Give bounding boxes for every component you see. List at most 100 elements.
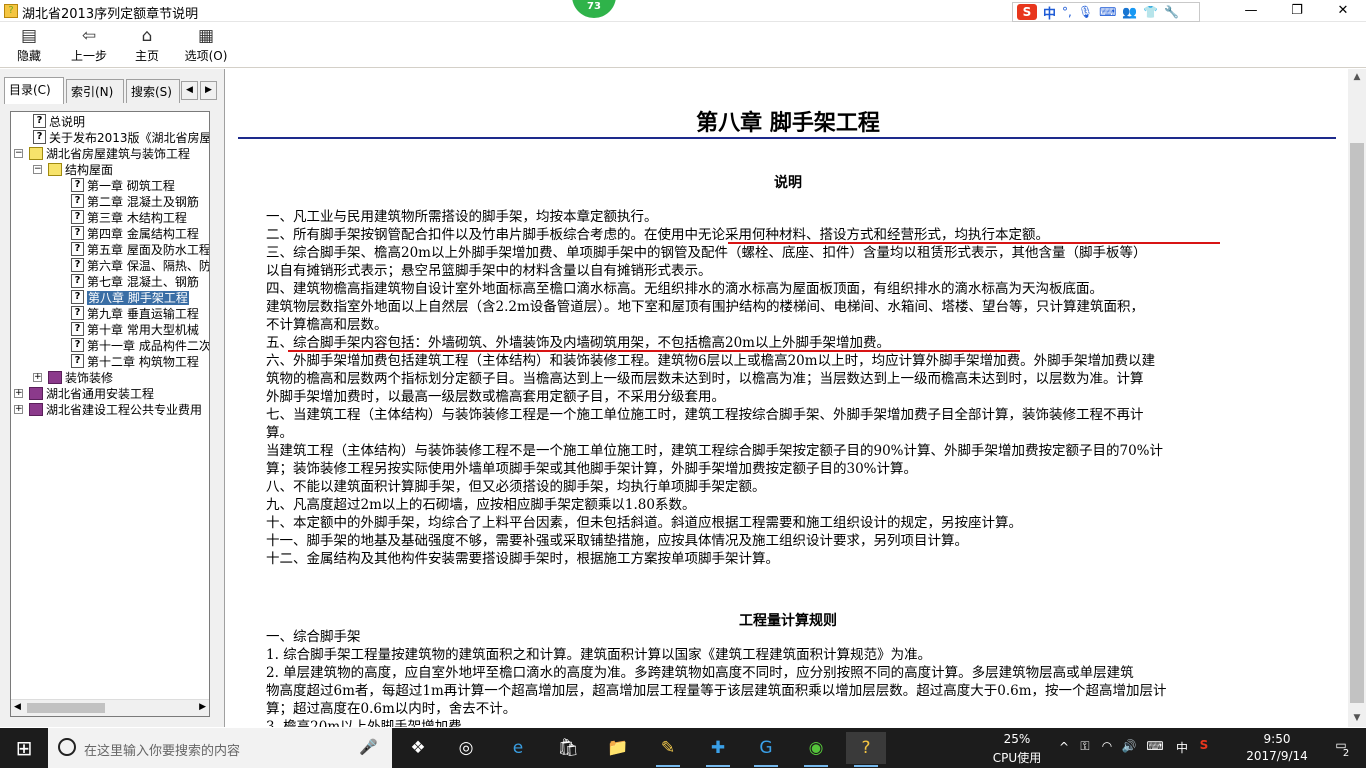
cpu-percent: 25% — [1003, 732, 1031, 746]
sogou-tray-icon[interactable]: S — [1194, 738, 1214, 752]
network-device-icon[interactable]: ⚿ — [1076, 739, 1094, 754]
scrollbar-thumb[interactable] — [1350, 143, 1364, 703]
app-green-icon[interactable]: ◉ — [796, 732, 836, 767]
edge-browser-icon[interactable]: e — [498, 732, 538, 764]
tree-node-chapter[interactable]: ? 第三章 木结构工程 — [71, 210, 187, 226]
help-topic-icon: ? — [71, 178, 84, 192]
users-icon[interactable]: 👥 — [1122, 5, 1137, 19]
cortana-icon[interactable] — [58, 738, 76, 756]
microphone-icon[interactable]: 🎙 — [1078, 5, 1093, 19]
tab-scroll-right-icon[interactable]: ▶ — [200, 81, 217, 100]
help-viewer-icon[interactable]: ? — [846, 732, 886, 767]
home-button[interactable]: ⌂ 主页 — [130, 25, 164, 65]
tree-node-installation[interactable]: + 湖北省通用安装工程 — [14, 386, 154, 402]
help-topic-icon: ? — [71, 322, 84, 336]
document-content: 第八章 脚手架工程 说明 一、凡工业与民用建筑物所需搭设的脚手架，均按本章定额执… — [228, 69, 1348, 727]
help-topic-icon: ? — [71, 194, 84, 208]
ime-indicator[interactable]: 中 — [1174, 739, 1190, 756]
collapse-icon[interactable]: − — [33, 165, 42, 174]
tree-node-chapter[interactable]: ? 第四章 金属结构工程 — [71, 226, 199, 242]
microphone-icon[interactable]: 🎤 — [359, 738, 378, 756]
tree-node-chapter[interactable]: ? 第六章 保温、隔热、防 — [71, 258, 209, 274]
keyboard-icon[interactable]: ⌨ — [1099, 5, 1116, 19]
tree-node-chapter-selected[interactable]: ? 第八章 脚手架工程 — [71, 290, 189, 306]
clock-date[interactable]: 2017/9/14 — [1242, 749, 1312, 763]
wifi-icon[interactable]: ◠ — [1098, 739, 1116, 753]
scrollbar-thumb[interactable] — [27, 703, 105, 713]
scroll-down-icon[interactable]: ▼ — [1348, 710, 1366, 727]
hide-button[interactable]: ▤ 隐藏 — [10, 25, 48, 65]
content-vertical-scrollbar[interactable]: ▲ ▼ — [1348, 69, 1366, 727]
title-bar: ? 湖北省2013序列定额章节说明 73 S 中 °, 🎙 ⌨ 👥 👕 🔧 — … — [0, 0, 1366, 22]
volume-icon[interactable]: 🔊 — [1120, 739, 1138, 753]
collapse-icon[interactable]: − — [14, 149, 23, 158]
store-icon[interactable]: 🛍 — [548, 732, 588, 764]
paragraph: 当建筑工程（主体结构）与装饰装修工程不是一个施工单位施工时，建筑工程综合脚手架按… — [266, 443, 1164, 459]
contents-tree[interactable]: ? 总说明 ? 关于发布2013版《湖北省房屋 − 湖北省房屋建筑与装饰工程 − 结构屋… — [10, 111, 210, 717]
back-button[interactable]: ⇦ 上一步 — [66, 25, 112, 65]
minimize-button[interactable]: — — [1228, 0, 1274, 22]
ime-language-toggle[interactable]: 中 — [1043, 3, 1056, 22]
expand-icon[interactable]: + — [14, 389, 23, 398]
tab-scroll-left-icon[interactable]: ◀ — [181, 81, 198, 100]
scroll-up-icon[interactable]: ▲ — [1348, 69, 1366, 86]
file-explorer-icon[interactable]: 📁 — [598, 732, 638, 764]
app-swirl-icon[interactable]: ◎ — [446, 732, 486, 764]
tree-node-public-fees[interactable]: + 湖北省建设工程公共专业费用 — [14, 402, 202, 418]
punctuation-icon[interactable]: °, — [1062, 5, 1072, 19]
options-button[interactable]: ▦ 选项(O) — [182, 25, 230, 65]
wrench-icon[interactable]: 🔧 — [1164, 5, 1179, 19]
tab-contents[interactable]: 目录(C) — [4, 77, 64, 104]
help-topic-icon: ? — [71, 354, 84, 368]
expand-icon[interactable]: + — [14, 405, 23, 414]
tab-index[interactable]: 索引(N) — [66, 79, 124, 103]
restore-button[interactable]: ❐ — [1274, 0, 1320, 22]
tree-node-building[interactable]: − 湖北省房屋建筑与装饰工程 — [14, 146, 190, 162]
paragraph: 一、综合脚手架 — [266, 629, 361, 645]
tree-node-chapter[interactable]: ? 第十二章 构筑物工程 — [71, 354, 199, 370]
section-heading-notes: 说明 — [774, 175, 802, 191]
keyboard-icon[interactable]: ⌨ — [1142, 739, 1168, 753]
close-button[interactable]: ✕ — [1320, 0, 1366, 22]
app-plus-icon[interactable]: ✚ — [698, 732, 738, 767]
open-book-icon — [29, 147, 43, 160]
tree-node-decoration[interactable]: + 装饰装修 — [33, 370, 113, 386]
paragraph: 十二、金属结构及其他构件安装需要搭设脚手架时，根据施工方案按单项脚手架计算。 — [266, 551, 779, 567]
taskbar-search-box[interactable]: 在这里输入你要搜索的内容 🎤 — [48, 728, 392, 768]
clock-time[interactable]: 9:50 — [1242, 732, 1312, 746]
tree-node-chapter[interactable]: ? 第九章 垂直运输工程 — [71, 306, 199, 322]
tree-node-structure[interactable]: − 结构屋面 — [33, 162, 113, 178]
paragraph: 六、外脚手架增加费包括建筑工程（主体结构）和装饰装修工程。建筑物6层以上或檐高2… — [266, 353, 1156, 369]
show-hidden-icons-icon[interactable]: ^ — [1056, 740, 1072, 754]
tree-node-chapter[interactable]: ? 第一章 砌筑工程 — [71, 178, 175, 194]
sogou-logo-icon[interactable]: S — [1017, 4, 1037, 20]
ime-toolbar[interactable]: S 中 °, 🎙 ⌨ 👥 👕 🔧 — [1012, 2, 1200, 22]
tree-node-chapter[interactable]: ? 第五章 屋面及防水工程 — [71, 242, 209, 258]
app-g-icon[interactable]: G — [746, 732, 786, 767]
windows-start-icon[interactable]: ⊞ — [0, 728, 48, 768]
cpu-label: CPU使用 — [992, 751, 1042, 765]
scroll-left-icon[interactable]: ◀ — [14, 702, 21, 712]
tree-node-chapter[interactable]: ? 第七章 混凝土、钢筋 — [71, 274, 199, 290]
tab-search[interactable]: 搜索(S) — [126, 79, 180, 103]
paragraph: 物高度超过6m者，每超过1m再计算一个超高增加层，超高增加层工程量等于该层建筑面… — [266, 683, 1167, 699]
tree-node-chapter[interactable]: ? 第十章 常用大型机械 — [71, 322, 199, 338]
help-topic-icon: ? — [71, 258, 84, 272]
taskbar: ⊞ 在这里输入你要搜索的内容 🎤 ❖ ◎ e 🛍 📁 ✎ ✚ G ◉ ? 25%… — [0, 728, 1366, 768]
scroll-right-icon[interactable]: ▶ — [199, 702, 206, 712]
notes-app-icon[interactable]: ✎ — [648, 732, 688, 767]
help-topic-icon: ? — [71, 306, 84, 320]
tree-horizontal-scrollbar[interactable]: ◀ ▶ — [11, 699, 209, 716]
tree-node-chapter[interactable]: ? 第十一章 成品构件二次 — [71, 338, 209, 354]
navigation-pane: 目录(C) 索引(N) 搜索(S) ◀ ▶ ? 总说明 ? 关于发布2013版《湖北… — [0, 69, 225, 727]
floating-badge[interactable]: 73 — [572, 0, 616, 18]
shirt-icon[interactable]: 👕 — [1143, 5, 1158, 19]
help-topic-icon: ? — [71, 226, 84, 240]
task-view-icon[interactable]: ❖ — [398, 732, 438, 764]
help-topic-icon: ? — [71, 242, 84, 256]
tree-node-chapter[interactable]: ? 第二章 混凝土及钢筋 — [71, 194, 199, 210]
tree-node-announcement[interactable]: ? 关于发布2013版《湖北省房屋 — [33, 130, 209, 146]
tree-node-general[interactable]: ? 总说明 — [33, 114, 85, 130]
expand-icon[interactable]: + — [33, 373, 42, 382]
paragraph: 以自有摊销形式表示；悬空吊篮脚手架中的材料含量以自有摊销形式表示。 — [266, 263, 712, 279]
